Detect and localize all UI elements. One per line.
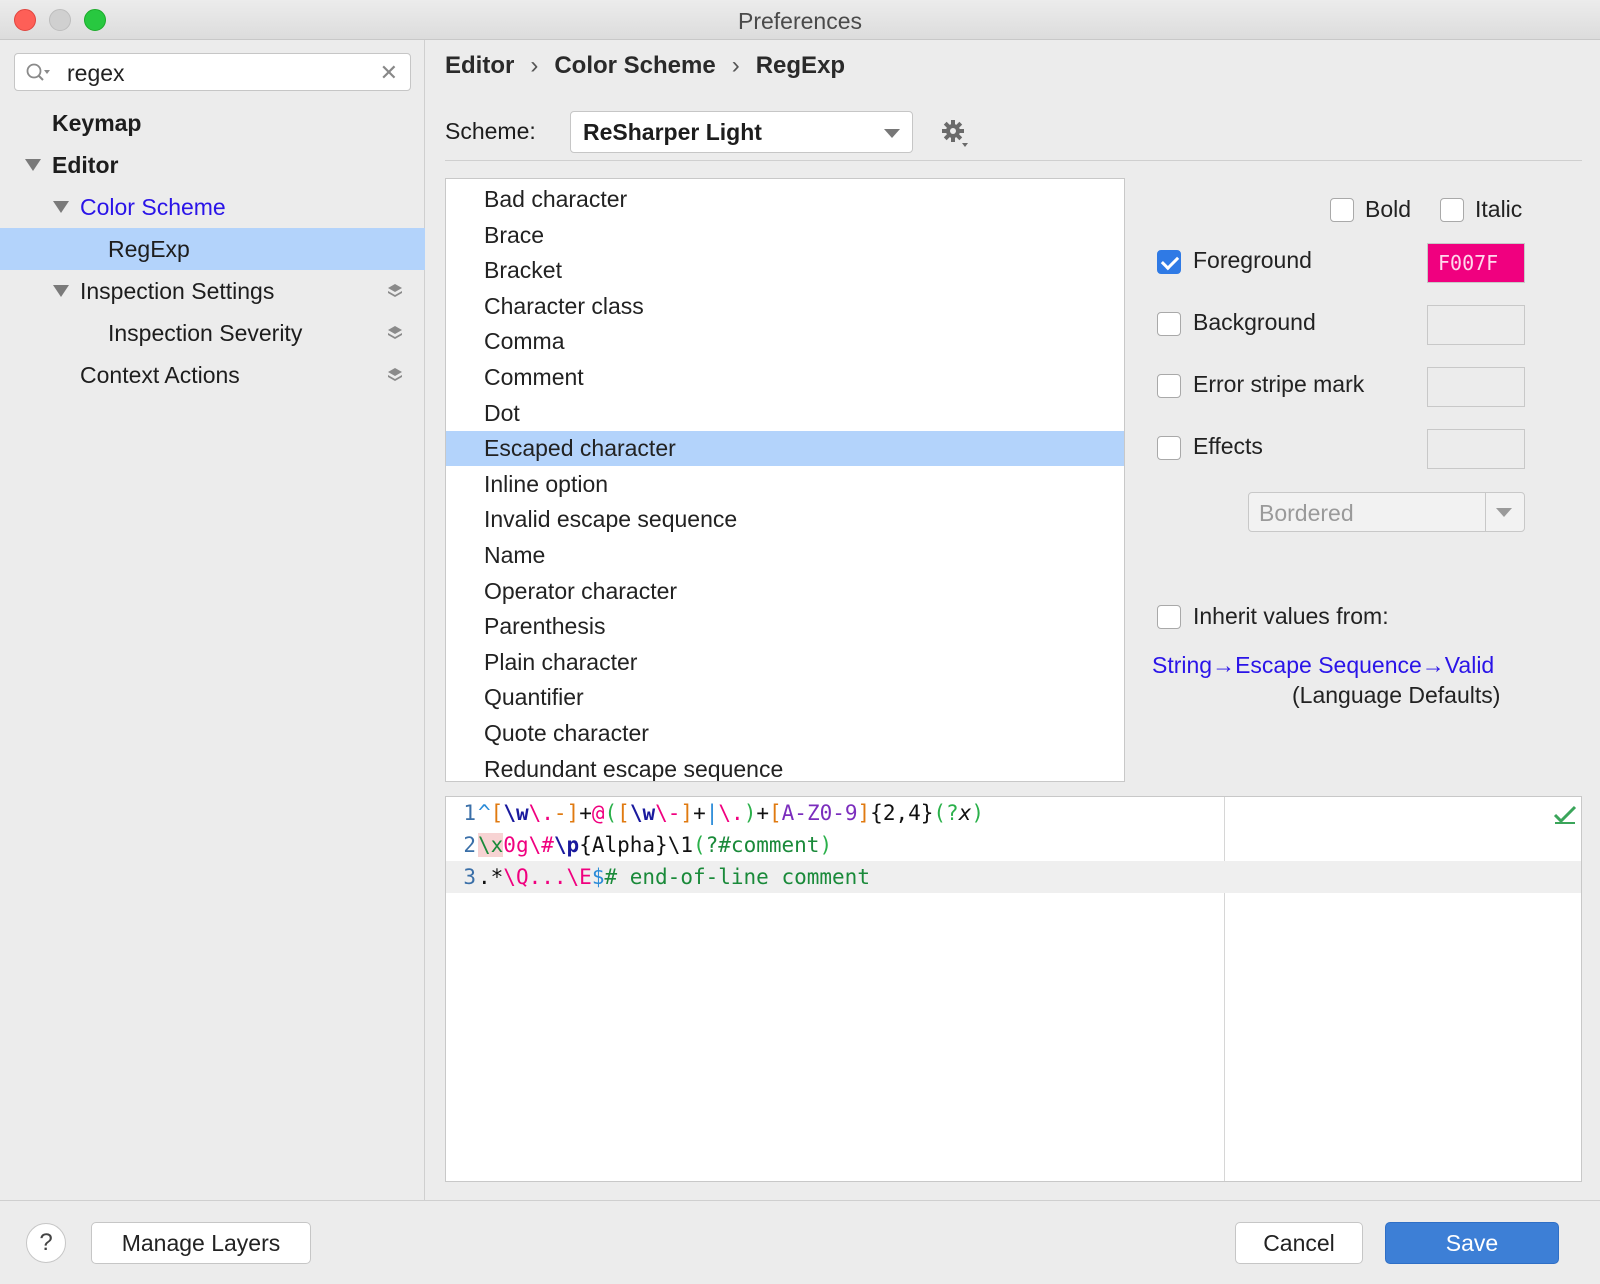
attribute-list-item[interactable]: Name <box>446 538 1124 573</box>
effects-checkbox[interactable] <box>1157 436 1181 460</box>
attribute-list-item[interactable]: Operator character <box>446 574 1124 609</box>
background-label: Background <box>1193 309 1316 335</box>
attribute-list-item[interactable]: Redundant escape sequence <box>446 752 1124 781</box>
sidebar-item-color-scheme[interactable]: Color Scheme <box>0 186 425 228</box>
effects-label: Effects <box>1193 433 1263 459</box>
bold-checkbox[interactable] <box>1330 198 1354 222</box>
breadcrumb-separator: › <box>731 52 740 79</box>
inherit-source-link[interactable]: String→Escape Sequence→Valid <box>1152 652 1494 679</box>
code-preview[interactable]: 1^[\w\.-]+@([\w\-]+|\.)+[A-Z0-9]{2,4}(?x… <box>445 796 1582 1182</box>
sidebar-item-inspection-settings[interactable]: Inspection Settings <box>0 270 425 312</box>
breadcrumb-separator: › <box>530 52 539 79</box>
inherit-checkbox[interactable] <box>1157 605 1181 629</box>
sidebar-item-label: Color Scheme <box>80 194 226 220</box>
attribute-list-item[interactable]: Bad character <box>446 182 1124 217</box>
effects-style-dropdown[interactable]: Bordered <box>1248 492 1525 532</box>
background-checkbox[interactable] <box>1157 312 1181 336</box>
gear-icon[interactable] <box>940 118 970 148</box>
attribute-list-item[interactable]: Brace <box>446 218 1124 253</box>
sidebar-item-label: Inspection Settings <box>80 278 275 304</box>
search-input[interactable]: regex <box>67 60 125 87</box>
line-number: 2 <box>463 833 476 857</box>
line-number: 3 <box>463 865 476 889</box>
error-stripe-label: Error stripe mark <box>1193 371 1365 397</box>
sidebar-item-context-actions[interactable]: Context Actions <box>0 354 425 396</box>
breadcrumb-item: RegExp <box>755 52 846 79</box>
expand-arrow-icon[interactable] <box>53 285 69 297</box>
sidebar-item-inspection-severity[interactable]: Inspection Severity <box>0 312 425 354</box>
title-bar: Preferences <box>0 0 1600 40</box>
window-title: Preferences <box>737 8 862 34</box>
attribute-list-item[interactable]: Inline option <box>446 467 1124 502</box>
foreground-checkbox[interactable] <box>1157 250 1181 274</box>
attribute-list-item[interactable]: Dot <box>446 396 1124 431</box>
settings-search-field[interactable]: regex ✕ <box>14 53 411 91</box>
error-stripe-checkbox[interactable] <box>1157 374 1181 398</box>
sidebar-item-keymap[interactable]: Keymap <box>0 102 425 144</box>
divider <box>445 160 1582 161</box>
effects-color-swatch[interactable] <box>1427 429 1525 469</box>
attribute-list-item[interactable]: Quantifier <box>446 680 1124 715</box>
foreground-label: Foreground <box>1193 247 1312 273</box>
chevron-down-icon <box>1496 508 1512 517</box>
italic-label: Italic <box>1475 196 1523 222</box>
code-line: 2\x0g\#\p{Alpha}\1(?#comment) <box>446 829 1581 861</box>
inherit-source-note: (Language Defaults) <box>1292 682 1501 708</box>
sidebar-item-editor[interactable]: Editor <box>0 144 425 186</box>
attribute-list-item[interactable]: Bracket <box>446 253 1124 288</box>
sidebar-item-label: Keymap <box>52 110 142 136</box>
help-button[interactable]: ? <box>26 1223 66 1263</box>
expand-arrow-icon[interactable] <box>25 159 41 171</box>
breadcrumb: Editor › Color Scheme › RegExp <box>445 52 845 80</box>
clear-search-icon[interactable]: ✕ <box>380 60 398 86</box>
foreground-color-swatch[interactable]: F007F <box>1427 243 1525 283</box>
attribute-list-item[interactable]: Parenthesis <box>446 609 1124 644</box>
attribute-list-item[interactable]: Comment <box>446 360 1124 395</box>
bold-label: Bold <box>1365 196 1412 222</box>
scheme-label: Scheme: <box>445 118 536 144</box>
sidebar-item-label: Context Actions <box>80 362 240 388</box>
project-layer-icon <box>388 326 402 339</box>
attribute-list[interactable]: Bad character Brace Bracket Character class… <box>445 178 1125 782</box>
code-line: 1^[\w\.-]+@([\w\-]+|\.)+[A-Z0-9]{2,4}(?x… <box>446 797 1581 829</box>
effects-style-value: Bordered <box>1259 500 1354 526</box>
scheme-selected-value: ReSharper Light <box>583 119 762 145</box>
sidebar-item-label: Inspection Severity <box>108 320 303 346</box>
error-stripe-color-swatch[interactable] <box>1427 367 1525 407</box>
attribute-list-item[interactable]: Plain character <box>446 645 1124 680</box>
code-line: 3.*\Q...\E$# end-of-line comment <box>446 861 1581 893</box>
background-color-swatch[interactable] <box>1427 305 1525 345</box>
settings-sidebar: regex ✕ Keymap Editor Color Scheme RegEx… <box>0 40 425 1200</box>
project-layer-icon <box>388 284 402 297</box>
breadcrumb-item[interactable]: Color Scheme <box>554 52 715 80</box>
dialog-footer: ? Manage Layers Cancel Save <box>0 1200 1600 1284</box>
attribute-list-item[interactable]: Invalid escape sequence <box>446 502 1124 537</box>
attribute-list-item[interactable]: Character class <box>446 289 1124 324</box>
manage-layers-button[interactable]: Manage Layers <box>91 1222 311 1264</box>
breadcrumb-item[interactable]: Editor <box>445 52 514 80</box>
sidebar-item-label: Editor <box>52 152 119 178</box>
chevron-down-icon <box>884 129 900 138</box>
line-number: 1 <box>463 801 476 825</box>
italic-checkbox[interactable] <box>1440 198 1464 222</box>
project-layer-icon <box>388 368 402 381</box>
attribute-list-item[interactable]: Escaped character <box>446 431 1124 467</box>
search-icon[interactable] <box>25 62 51 84</box>
dropdown-divider <box>1485 493 1486 531</box>
inherit-label: Inherit values from: <box>1193 603 1389 629</box>
expand-arrow-icon[interactable] <box>53 201 69 213</box>
attribute-list-item[interactable]: Quote character <box>446 716 1124 751</box>
save-button[interactable]: Save <box>1385 1222 1559 1264</box>
cancel-button[interactable]: Cancel <box>1235 1222 1363 1264</box>
sidebar-item-regexp[interactable]: RegExp <box>0 228 425 270</box>
sidebar-item-label: RegExp <box>108 236 190 262</box>
scheme-dropdown[interactable]: ReSharper Light <box>570 111 913 153</box>
attribute-list-item[interactable]: Comma <box>446 324 1124 359</box>
